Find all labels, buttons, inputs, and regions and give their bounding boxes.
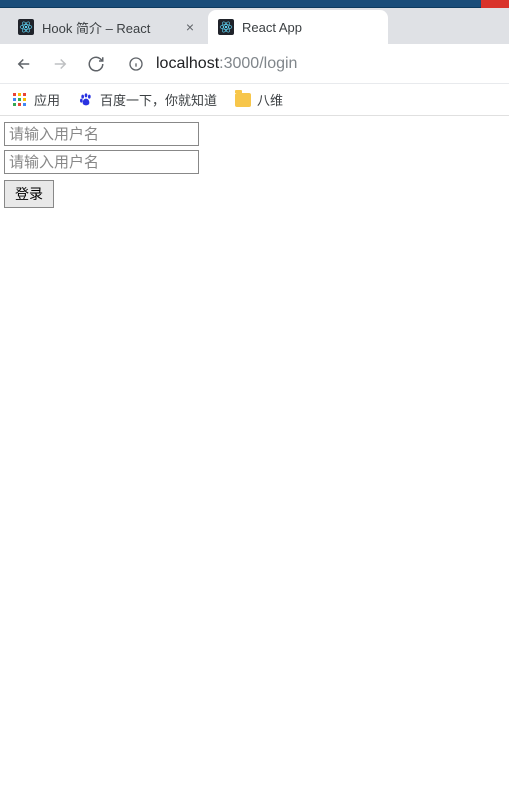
password-input[interactable] <box>4 150 199 174</box>
tab-title: React App <box>242 20 378 35</box>
bookmarks-bar: 应用 百度一下，你就知道 八维 <box>0 84 509 116</box>
tab-close-button[interactable]: × <box>182 19 198 35</box>
tab-react-app[interactable]: React App <box>208 10 388 44</box>
tab-hook-intro[interactable]: Hook 简介 – React × <box>8 10 208 44</box>
bookmark-label: 百度一下，你就知道 <box>100 90 217 109</box>
window-close-button[interactable] <box>481 0 509 8</box>
react-icon <box>218 19 234 35</box>
bookmark-folder-bawei[interactable]: 八维 <box>235 90 283 109</box>
apps-icon <box>12 92 28 108</box>
browser-toolbar: localhost:3000/login <box>0 44 509 84</box>
window-titlebar <box>0 0 509 8</box>
tab-strip: Hook 简介 – React × React App <box>0 8 509 44</box>
back-button[interactable] <box>8 48 40 80</box>
forward-button[interactable] <box>44 48 76 80</box>
site-info-icon[interactable] <box>126 54 146 74</box>
username-input[interactable] <box>4 122 199 146</box>
baidu-icon <box>78 92 94 108</box>
bookmark-baidu[interactable]: 百度一下，你就知道 <box>78 90 217 109</box>
login-button[interactable]: 登录 <box>4 180 54 208</box>
address-bar[interactable]: localhost:3000/login <box>156 55 297 73</box>
url-path: :3000/login <box>219 55 297 72</box>
bookmark-label: 八维 <box>257 90 283 109</box>
bookmark-label: 应用 <box>34 90 60 109</box>
page-content: 登录 <box>0 116 509 214</box>
tab-title: Hook 简介 – React <box>42 18 174 37</box>
react-icon <box>18 19 34 35</box>
folder-icon <box>235 93 251 107</box>
reload-button[interactable] <box>80 48 112 80</box>
bookmark-apps[interactable]: 应用 <box>12 90 60 109</box>
url-host: localhost <box>156 55 219 72</box>
